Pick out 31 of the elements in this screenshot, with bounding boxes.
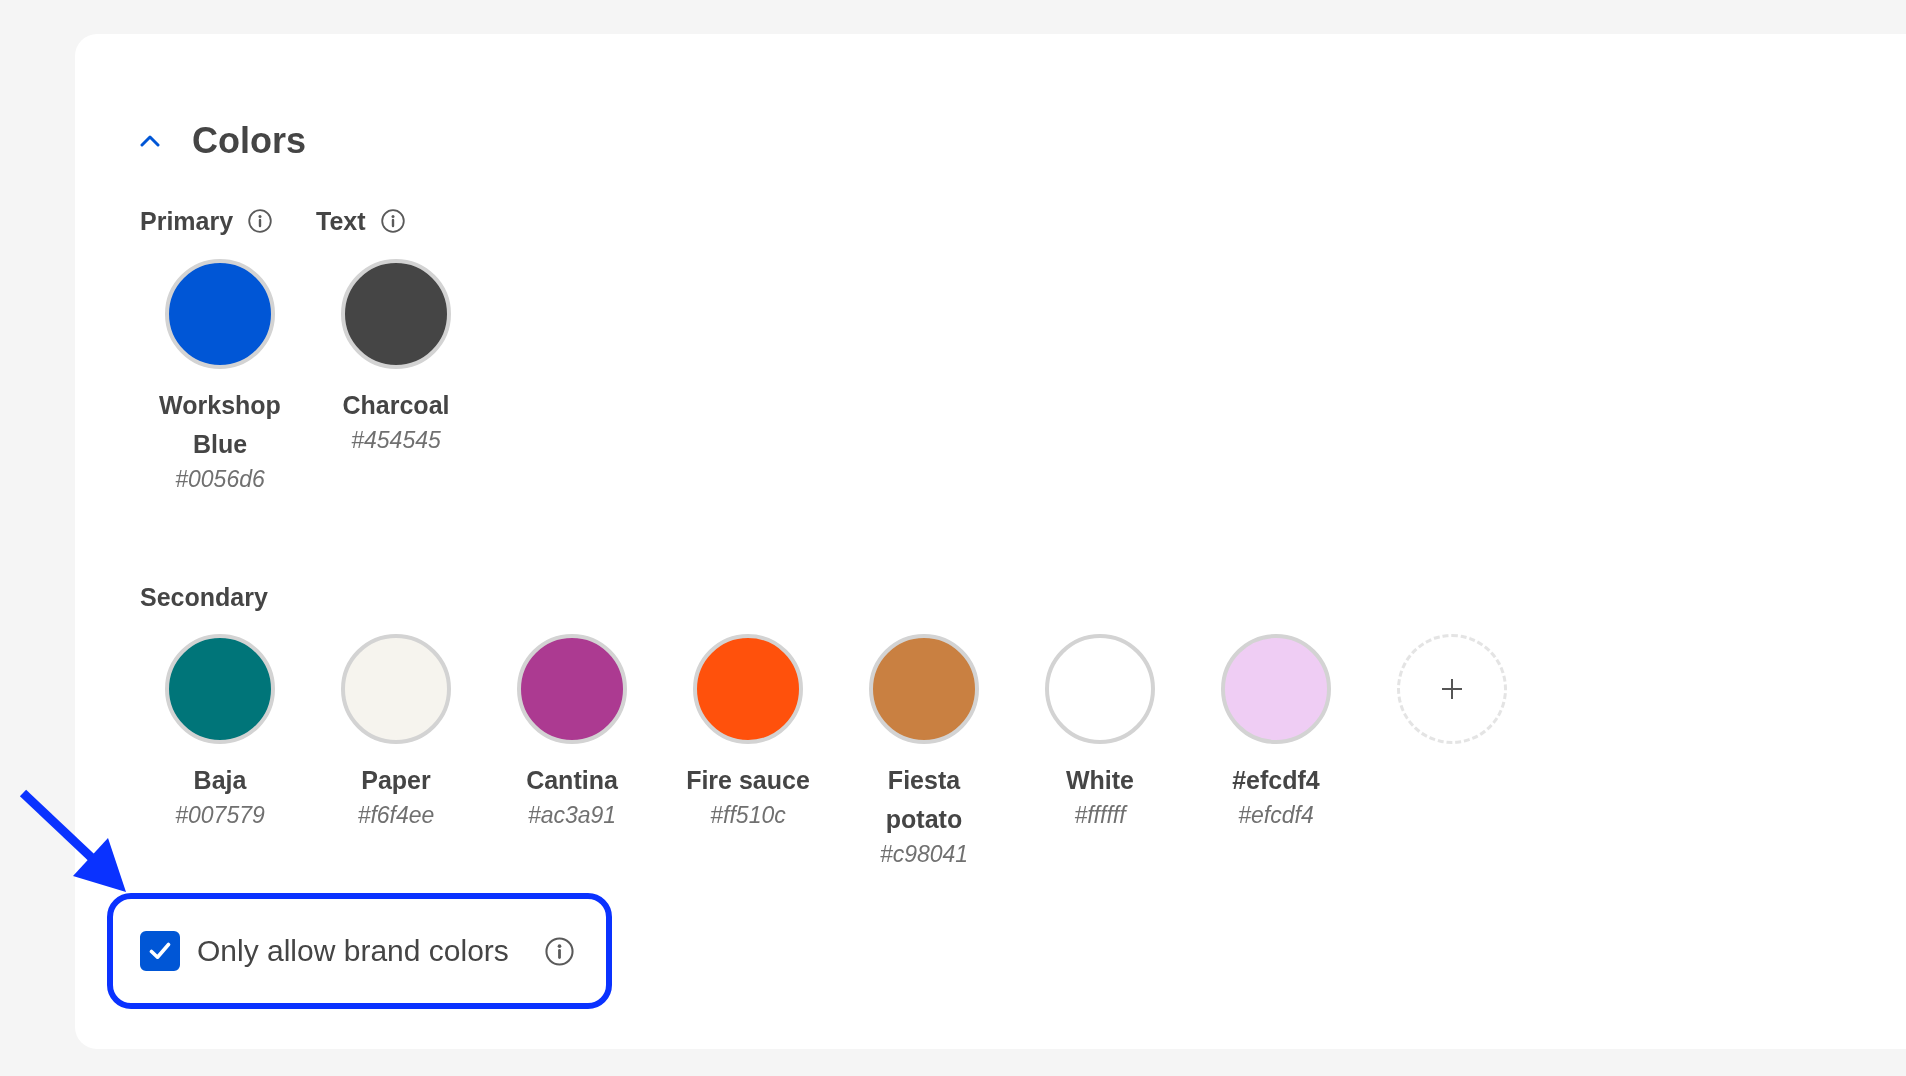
chevron-icon[interactable]	[140, 135, 160, 147]
color-name: Cantina	[526, 765, 618, 796]
color-name: #efcdf4	[1232, 765, 1320, 796]
color-name: Baja	[193, 765, 247, 796]
color-code: #0056d6	[175, 465, 265, 494]
checkbox[interactable]	[140, 931, 180, 971]
checkbox-label[interactable]: Only allow brand colors	[197, 933, 509, 969]
plus-icon	[1441, 678, 1463, 700]
color-code: #c98041	[879, 840, 969, 869]
color-name: Fire sauce	[686, 765, 810, 796]
color-name: Charcoal	[342, 390, 450, 421]
arrow-icon	[18, 788, 128, 893]
info-icon[interactable]	[380, 209, 405, 233]
color-name: Workshop Blue	[158, 390, 282, 460]
color-code: #007579	[175, 801, 265, 830]
color-name: Paper	[361, 765, 431, 796]
color-code: #ff510c	[710, 801, 786, 830]
color-name: White	[1065, 765, 1134, 796]
info-icon[interactable]	[248, 209, 273, 233]
group-label: Primary	[140, 206, 234, 236]
color-code: #ffffff	[1074, 801, 1126, 830]
color-code: #efcdf4	[1238, 801, 1314, 830]
info-icon[interactable]	[544, 936, 574, 966]
color-name: Fiesta potato	[884, 765, 964, 835]
section-title: Colors	[192, 119, 306, 163]
group-label: Secondary	[140, 582, 268, 612]
color-code: #454545	[351, 426, 441, 455]
group-label: Text	[316, 206, 366, 236]
checkmark-icon	[149, 942, 171, 960]
color-code: #f6f4ee	[357, 801, 435, 830]
color-code: #ac3a91	[527, 801, 617, 830]
